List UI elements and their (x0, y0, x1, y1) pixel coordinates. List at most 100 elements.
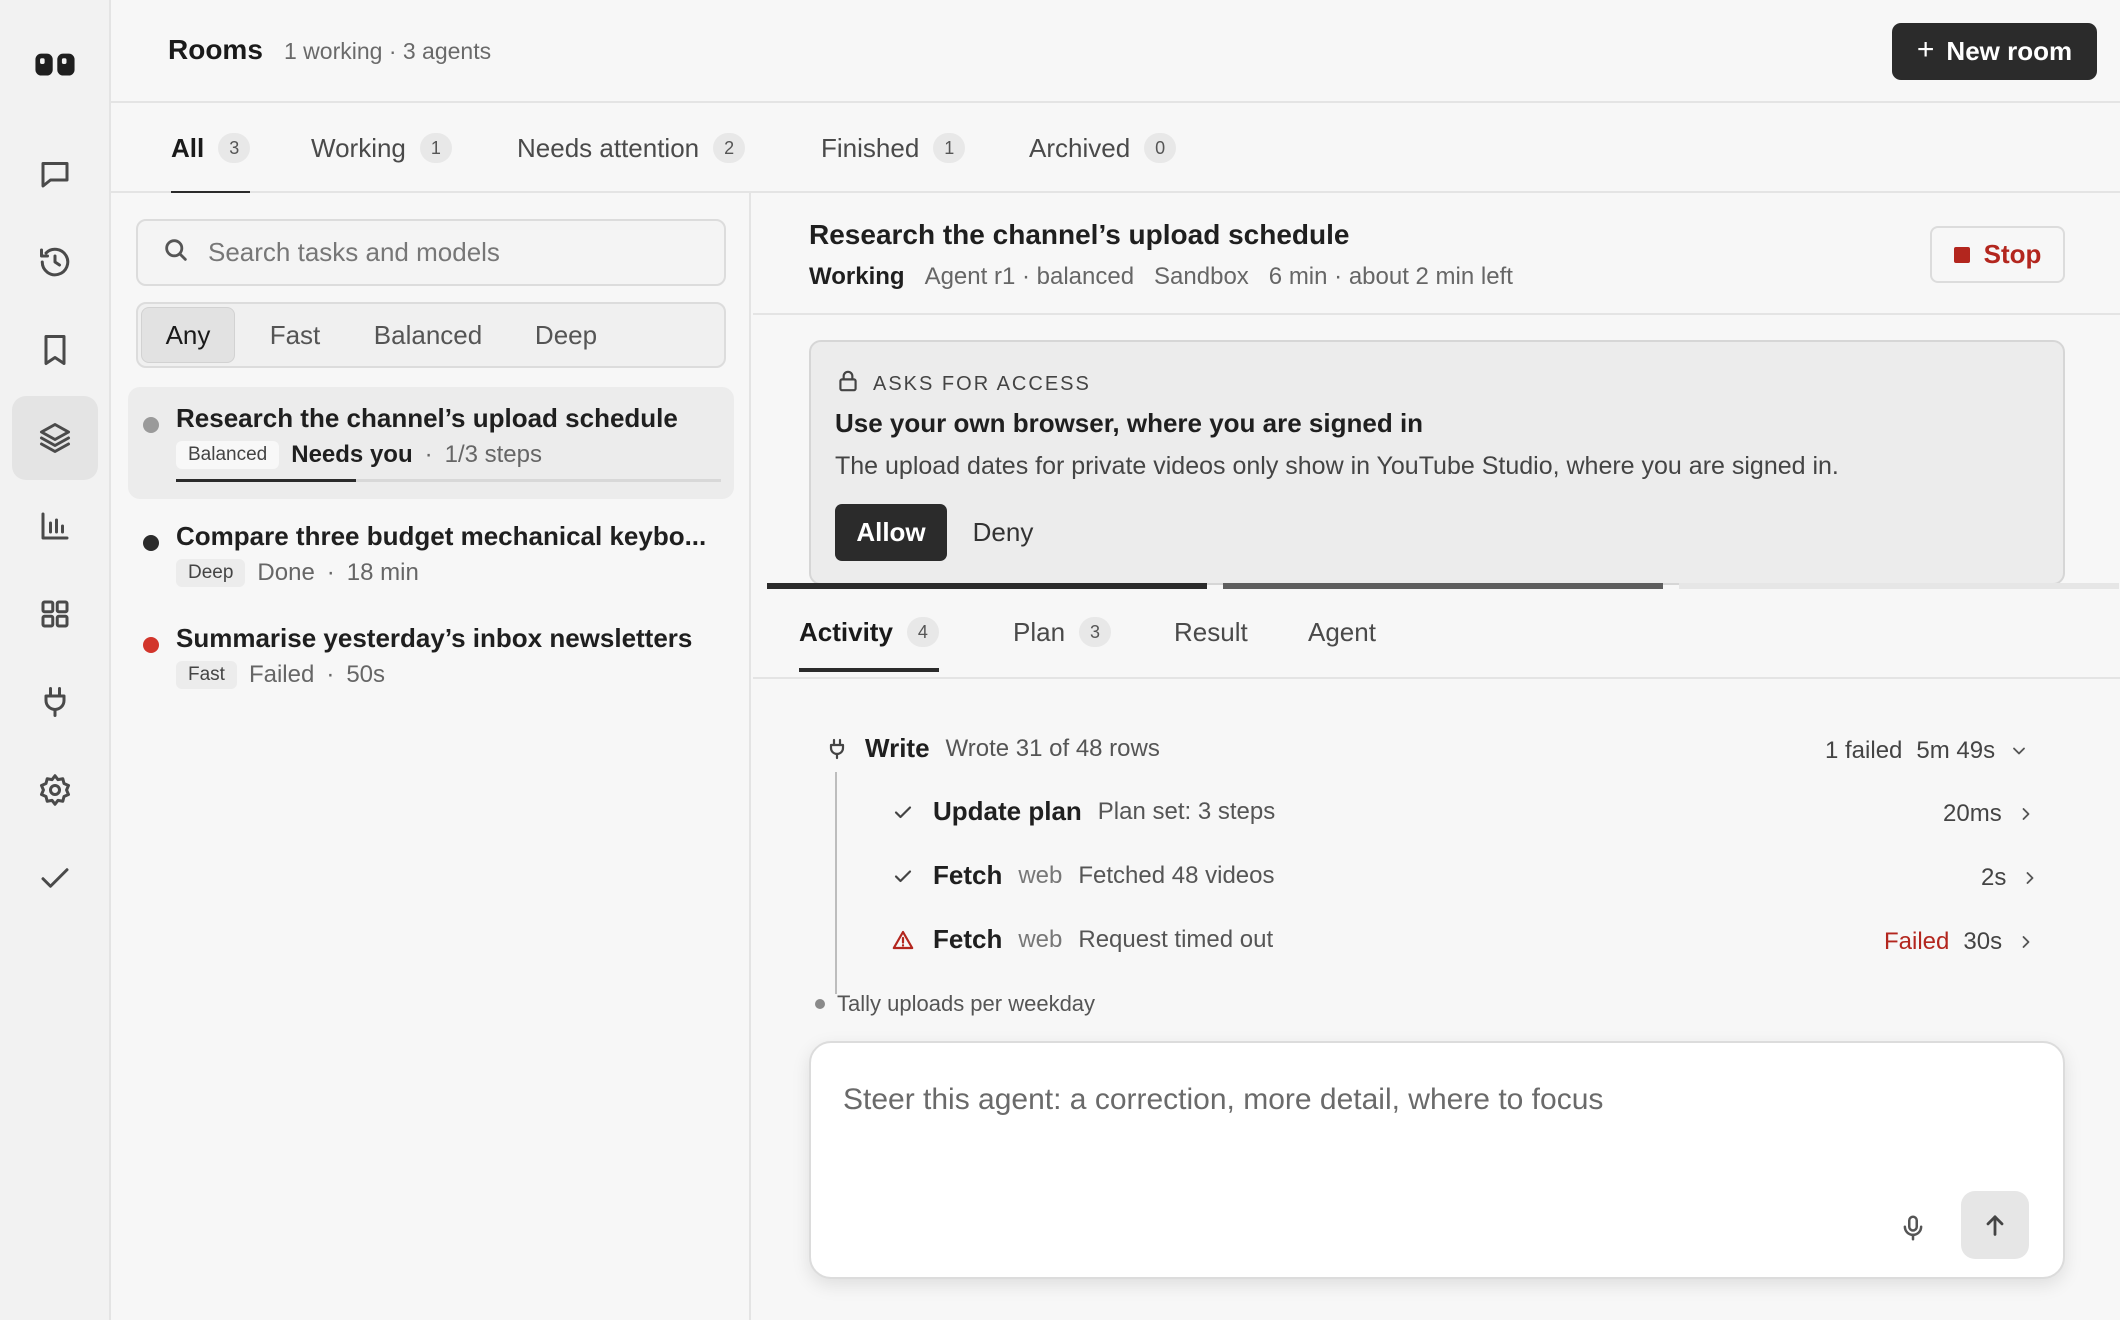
plug-icon (825, 737, 849, 761)
activity-item-row[interactable]: Fetch web Fetched 48 videos (891, 860, 1275, 891)
activity-item-meta: 2s (1981, 864, 2040, 892)
page-subtitle: 1 working · 3 agents (284, 38, 492, 64)
tab-activity[interactable]: Activity 4 (799, 593, 939, 672)
tab-working[interactable]: Working 1 (311, 103, 452, 193)
history-icon[interactable] (12, 220, 98, 304)
detail-environment: Sandbox (1154, 263, 1249, 290)
activity-item-row[interactable]: Update plan Plan set: 3 steps (891, 796, 1275, 827)
search-input[interactable] (208, 237, 708, 268)
activity-summary: Request timed out (1078, 925, 1274, 953)
task-item[interactable]: Compare three budget mechanical keybo...… (128, 509, 734, 605)
tab-agent[interactable]: Agent (1308, 593, 1376, 671)
model-badge: Balanced (176, 441, 280, 469)
lock-icon (835, 368, 861, 400)
page-title: Rooms (168, 34, 263, 65)
activity-summary: Plan set: 3 steps (1097, 797, 1276, 825)
tab-label: Archived (1029, 132, 1131, 163)
allow-button[interactable]: Allow (835, 504, 947, 561)
tab-count: 1 (933, 133, 966, 163)
divider (753, 677, 2120, 679)
activity-group-row[interactable]: Write Wrote 31 of 48 rows (825, 733, 1160, 764)
tab-label: Plan (1013, 616, 1066, 647)
status-dot (143, 637, 159, 653)
chat-icon[interactable] (12, 132, 98, 216)
status-dot (143, 417, 159, 433)
activity-name: Update plan (933, 796, 1082, 826)
access-title: Use your own browser, where you are sign… (835, 408, 1424, 438)
tab-label: Finished (821, 132, 920, 163)
filter-tabs: All 3 Working 1 Needs attention 2 Finish… (111, 103, 2120, 195)
search-box[interactable] (136, 219, 726, 286)
task-progress (176, 479, 721, 482)
bar-chart-icon[interactable] (12, 484, 98, 568)
task-title: Research the channel’s upload schedule (176, 403, 678, 433)
tab-result[interactable]: Result (1174, 593, 1248, 671)
tab-label: Agent (1308, 616, 1376, 647)
grid-icon[interactable] (12, 572, 98, 656)
chevron-down-icon[interactable] (2009, 741, 2029, 761)
task-detail: 50s (346, 661, 386, 688)
check-icon[interactable] (12, 836, 98, 920)
tab-plan[interactable]: Plan 3 (1013, 593, 1112, 671)
activity-item-row[interactable]: Fetch web Request timed out (891, 924, 1273, 955)
model-filter-deep[interactable]: Deep (511, 307, 621, 363)
send-button[interactable] (1961, 1191, 2029, 1259)
plug-icon[interactable] (12, 660, 98, 744)
plus-icon: + (1916, 33, 1935, 66)
failed-count: 1 failed (1825, 737, 1903, 764)
task-item[interactable]: Summarise yesterday’s inbox newsletters … (128, 611, 734, 707)
layers-icon[interactable] (12, 396, 98, 480)
stop-label: Stop (1983, 239, 2042, 269)
activity-status: Failed (1884, 928, 1950, 955)
tab-needs-attention[interactable]: Needs attention 2 (517, 103, 746, 193)
gear-icon[interactable] (12, 748, 98, 832)
model-filter-any[interactable]: Any (141, 307, 235, 363)
activity-duration: 30s (1963, 928, 2003, 955)
task-status: Done (257, 559, 315, 586)
task-item[interactable]: Research the channel’s upload schedule B… (128, 387, 734, 499)
check-icon (891, 864, 915, 888)
model-filter-balanced[interactable]: Balanced (355, 307, 501, 363)
tab-count: 3 (218, 133, 251, 163)
detail-time: 6 min · about 2 min left (1268, 263, 1513, 290)
microphone-button[interactable] (1888, 1203, 1938, 1253)
task-title: Summarise yesterday’s inbox newsletters (176, 623, 693, 653)
detail-status: Working (809, 263, 905, 290)
arrow-up-icon (1981, 1211, 2009, 1239)
chevron-right-icon[interactable] (2020, 868, 2040, 888)
meta-separator: · (326, 559, 335, 586)
chevron-right-icon[interactable] (2016, 932, 2036, 952)
microphone-icon (1898, 1213, 1928, 1243)
logo-icon[interactable] (12, 22, 98, 106)
activity-name: Write (865, 733, 930, 763)
activity-group-meta: 1 failed 5m 49s (1825, 737, 2029, 765)
task-progress-fill (176, 479, 356, 482)
access-description: The upload dates for private videos only… (835, 452, 1839, 480)
tab-count: 2 (713, 133, 746, 163)
steer-input[interactable] (843, 1083, 1993, 1163)
tab-archived[interactable]: Archived 0 (1029, 103, 1177, 193)
chevron-right-icon[interactable] (2016, 804, 2036, 824)
stop-button[interactable]: Stop (1930, 226, 2065, 283)
task-title: Compare three budget mechanical keybo... (176, 521, 707, 551)
activity-tag: web (1018, 925, 1063, 953)
model-filter: Any Fast Balanced Deep (136, 302, 726, 368)
tab-finished[interactable]: Finished 1 (821, 103, 966, 193)
search-icon (162, 236, 190, 269)
tree-line (835, 772, 837, 994)
task-detail: 1/3 steps (444, 441, 543, 468)
pending-step-label: Tally uploads per weekday (837, 991, 1096, 1016)
new-room-button[interactable]: + New room (1892, 23, 2097, 80)
tab-count: 4 (906, 617, 939, 647)
bookmark-icon[interactable] (12, 308, 98, 392)
tab-all[interactable]: All 3 (171, 103, 251, 195)
activity-summary: Wrote 31 of 48 rows (945, 734, 1160, 762)
model-filter-fast[interactable]: Fast (245, 307, 345, 363)
deny-button[interactable]: Deny (959, 504, 1047, 561)
tab-count: 3 (1079, 617, 1112, 647)
task-status: Failed (248, 661, 315, 688)
step-progress-segment (1679, 583, 2119, 589)
tab-label: All (171, 132, 205, 163)
tab-count: 1 (419, 133, 452, 163)
meta-separator: · (424, 441, 433, 468)
